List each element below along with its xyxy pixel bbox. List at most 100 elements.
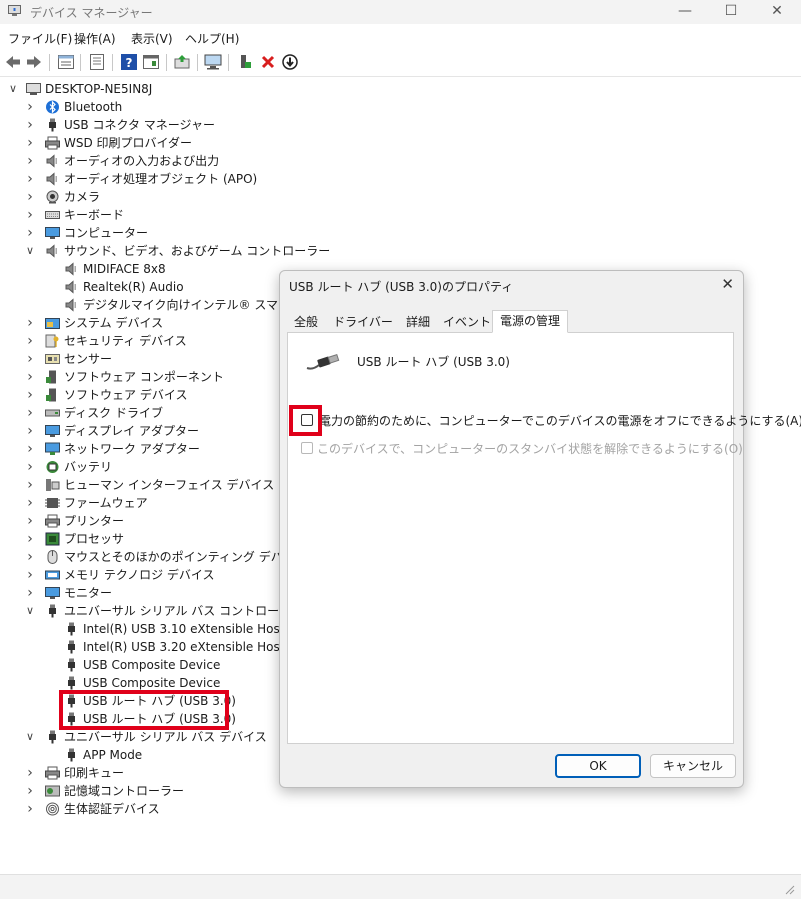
chevron-right-icon[interactable]: › <box>23 224 37 242</box>
dialog-close-button[interactable]: ✕ <box>721 275 734 293</box>
chevron-down-icon[interactable]: ∨ <box>23 728 37 746</box>
memory-icon <box>45 570 60 580</box>
speaker-icon <box>46 172 57 186</box>
network-icon <box>45 442 60 455</box>
chevron-down-icon[interactable]: ∨ <box>23 602 37 620</box>
tree-item-label: コンピューター <box>64 226 149 240</box>
chevron-right-icon[interactable]: › <box>23 512 37 530</box>
tree-item-label: ソフトウェア デバイス <box>64 388 188 402</box>
chevron-right-icon[interactable]: › <box>23 494 37 512</box>
chevron-right-icon[interactable]: › <box>23 782 37 800</box>
processor-icon <box>45 532 60 546</box>
chevron-right-icon[interactable]: › <box>23 476 37 494</box>
usb-plug-icon <box>68 622 75 636</box>
menu-view[interactable]: 表示(V) <box>131 30 173 47</box>
properties-icon[interactable] <box>88 53 106 71</box>
add-driver-icon[interactable] <box>236 53 254 71</box>
chevron-down-icon[interactable]: ∨ <box>23 242 37 260</box>
tree-item-label: オーディオ処理オブジェクト (APO) <box>64 172 258 186</box>
allow-power-off-label[interactable]: 電力の節約のために、コンピューターでこのデバイスの電源をオフにできるようにする(… <box>319 412 801 429</box>
chevron-right-icon[interactable]: › <box>23 530 37 548</box>
chevron-right-icon[interactable]: › <box>23 134 37 152</box>
ok-button[interactable]: OK <box>555 754 641 778</box>
dialog-title: USB ルート ハブ (USB 3.0)のプロパティ <box>289 280 514 294</box>
chevron-right-icon[interactable]: › <box>23 764 37 782</box>
chevron-right-icon[interactable]: › <box>23 566 37 584</box>
minimize-button[interactable]: — <box>662 0 708 24</box>
details-view-icon[interactable] <box>57 53 75 71</box>
chevron-right-icon[interactable]: › <box>23 404 37 422</box>
tree-item-label: プロセッサ <box>64 532 125 546</box>
tree-item-label: バッテリ <box>64 460 113 474</box>
update-driver-icon[interactable] <box>173 53 191 71</box>
folder-device-icon <box>45 318 60 329</box>
title-bar[interactable]: デバイス マネージャー — ☐ ✕ <box>0 0 801 24</box>
chevron-right-icon[interactable]: › <box>23 800 37 818</box>
tab-details[interactable]: 詳細 <box>398 311 438 332</box>
tree-item-label: カメラ <box>64 190 101 204</box>
console-view-icon[interactable] <box>142 53 160 71</box>
status-bar <box>0 874 801 899</box>
chevron-right-icon[interactable]: › <box>23 386 37 404</box>
allow-wake-checkbox <box>301 442 313 454</box>
tree-item-label: ユニバーサル シリアル バス デバイス <box>64 730 267 744</box>
chevron-right-icon[interactable]: › <box>23 98 37 116</box>
uninstall-device-icon[interactable] <box>259 53 277 71</box>
tree-item-label: ディスプレイ アダプター <box>64 424 199 438</box>
chevron-right-icon[interactable]: › <box>23 332 37 350</box>
tree-item-label: マウスとそのほかのポインティング デバイス <box>64 550 307 564</box>
chevron-right-icon[interactable]: › <box>23 170 37 188</box>
tree-item-label: セキュリティ デバイス <box>64 334 187 348</box>
sensor-icon <box>45 354 60 364</box>
printer-icon <box>45 514 60 528</box>
chevron-right-icon[interactable]: › <box>23 440 37 458</box>
forward-arrow-icon[interactable] <box>25 53 43 71</box>
key-icon <box>45 334 59 348</box>
chevron-right-icon[interactable]: › <box>23 350 37 368</box>
keyboard-icon <box>45 211 60 219</box>
menu-help[interactable]: ヘルプ(H) <box>185 30 239 47</box>
chevron-right-icon[interactable]: › <box>23 422 37 440</box>
chevron-down-icon[interactable]: ∨ <box>6 80 20 98</box>
chevron-right-icon[interactable]: › <box>23 188 37 206</box>
tab-driver[interactable]: ドライバー <box>330 311 396 332</box>
tree-item-label: ファームウェア <box>64 496 148 510</box>
chevron-right-icon[interactable]: › <box>23 458 37 476</box>
tree-item-label: プリンター <box>64 514 125 528</box>
resize-grip-icon[interactable] <box>785 885 795 895</box>
tab-power-management[interactable]: 電源の管理 <box>492 310 568 333</box>
power-management-panel: USB ルート ハブ (USB 3.0) 電力の節約のために、コンピューターでこ… <box>287 332 801 744</box>
tab-events[interactable]: イベント <box>442 311 492 332</box>
help-icon[interactable]: ? <box>120 53 138 71</box>
scan-hardware-icon[interactable] <box>204 53 222 71</box>
tree-item-label: キーボード <box>64 208 125 222</box>
cancel-button[interactable]: キャンセル <box>650 754 736 778</box>
disable-device-icon[interactable] <box>281 53 299 71</box>
chevron-right-icon[interactable]: › <box>23 206 37 224</box>
tree-item-label: APP Mode <box>83 748 143 762</box>
chevron-right-icon[interactable]: › <box>23 116 37 134</box>
tree-item-label: モニター <box>64 586 113 600</box>
chevron-right-icon[interactable]: › <box>23 584 37 602</box>
toolbar-separator <box>80 54 81 71</box>
menu-file[interactable]: ファイル(F) <box>8 30 72 47</box>
speaker-icon <box>65 262 76 276</box>
speaker-icon <box>65 298 76 312</box>
chevron-right-icon[interactable]: › <box>23 314 37 332</box>
tree-item-label: USB コネクタ マネージャー <box>64 118 215 132</box>
storage-icon <box>45 785 60 797</box>
disk-icon <box>45 409 60 417</box>
highlight-box-checkbox <box>289 405 322 436</box>
chevron-right-icon[interactable]: › <box>23 152 37 170</box>
battery-icon <box>46 461 59 473</box>
menu-action[interactable]: 操作(A) <box>74 30 116 47</box>
tab-general[interactable]: 全般 <box>288 311 324 332</box>
toolbar-separator <box>166 54 167 71</box>
close-button[interactable]: ✕ <box>754 0 800 24</box>
tree-item-label: システム デバイス <box>64 316 164 330</box>
back-arrow-icon[interactable] <box>4 53 22 71</box>
chevron-right-icon[interactable]: › <box>23 368 37 386</box>
toolbar-separator <box>228 54 229 71</box>
maximize-button[interactable]: ☐ <box>708 0 754 24</box>
chevron-right-icon[interactable]: › <box>23 548 37 566</box>
